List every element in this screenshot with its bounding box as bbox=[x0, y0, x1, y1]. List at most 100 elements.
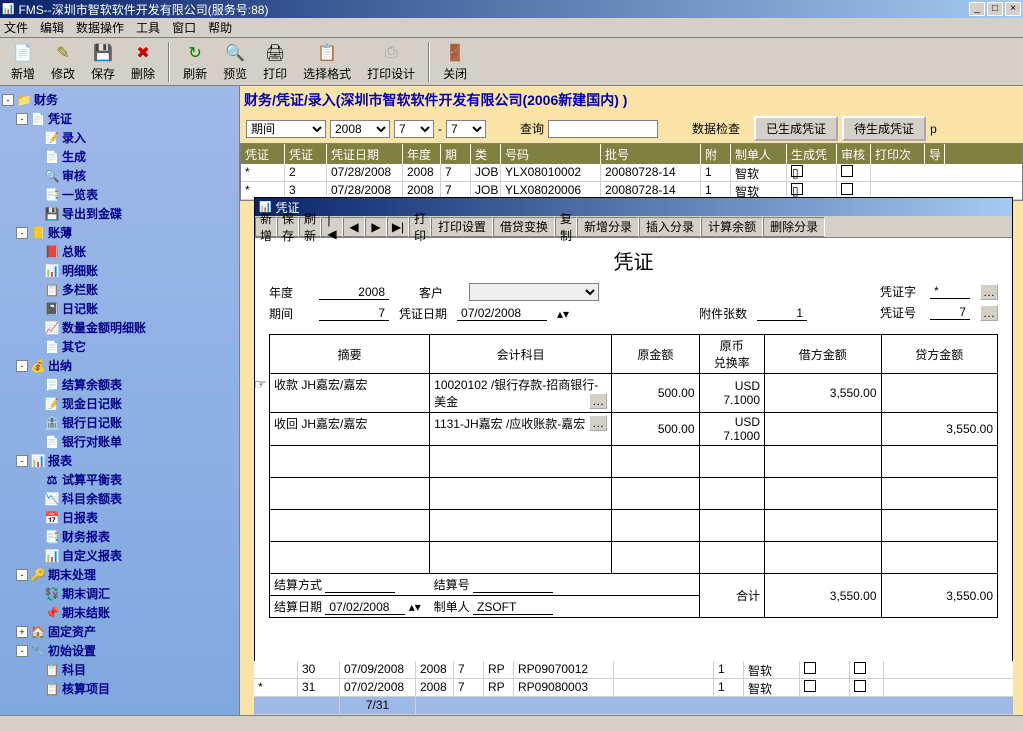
minimize-button[interactable]: _ bbox=[969, 2, 985, 16]
entry-row[interactable] bbox=[270, 510, 998, 542]
settle-date-input[interactable] bbox=[325, 600, 405, 615]
tree-数量金额明细账[interactable]: 📈数量金额明细账 bbox=[2, 318, 237, 337]
checkbox-icon[interactable] bbox=[841, 165, 853, 177]
menu-编辑[interactable]: 编辑 bbox=[40, 19, 64, 36]
date-stepper-icon[interactable]: ▴▾ bbox=[557, 307, 569, 321]
col-生成凭证[interactable]: 生成凭证 bbox=[787, 144, 837, 164]
col-打印次数[interactable]: 打印次数 bbox=[871, 144, 925, 164]
checkbox-icon[interactable]: ▯ bbox=[791, 165, 803, 177]
tree-其它[interactable]: 📄其它 bbox=[2, 337, 237, 356]
tree-科目[interactable]: 📋科目 bbox=[2, 660, 237, 679]
expand-icon[interactable]: - bbox=[2, 94, 14, 106]
tree-总账[interactable]: 📕总账 bbox=[2, 242, 237, 261]
tree-期末处理[interactable]: -🔑期末处理 bbox=[2, 565, 237, 584]
checkbox-icon[interactable]: ▯ bbox=[791, 183, 803, 195]
checkbox-icon[interactable] bbox=[804, 662, 816, 674]
table-row[interactable]: *3107/02/200820087RPRP090800031智软 bbox=[254, 679, 1013, 697]
period-type-select[interactable]: 期间 bbox=[246, 120, 326, 138]
col-附页[interactable]: 附页 bbox=[701, 144, 731, 164]
tree-日记账[interactable]: 📓日记账 bbox=[2, 299, 237, 318]
vbtn-借贷变换[interactable]: 借贷变换 bbox=[493, 217, 555, 237]
tree-报表[interactable]: -📊报表 bbox=[2, 451, 237, 470]
search-input[interactable] bbox=[548, 120, 658, 138]
vbtn-打印设置[interactable]: 打印设置 bbox=[431, 217, 493, 237]
tree-试算平衡表[interactable]: ⚖试算平衡表 bbox=[2, 470, 237, 489]
vbtn-刷新[interactable]: 刷新 bbox=[299, 217, 321, 237]
vbtn-复制[interactable]: 复制 bbox=[555, 217, 577, 237]
lookup-icon[interactable]: … bbox=[589, 415, 607, 431]
tree-日报表[interactable]: 📅日报表 bbox=[2, 508, 237, 527]
entry-row[interactable] bbox=[270, 446, 998, 478]
选择格式-button[interactable]: 📋选择格式 bbox=[296, 38, 358, 85]
tree-财务[interactable]: -📁财务 bbox=[2, 90, 237, 109]
col-年度[interactable]: 年度 bbox=[403, 144, 441, 164]
col-号码[interactable]: 号码 bbox=[501, 144, 601, 164]
maker-input[interactable] bbox=[473, 600, 553, 615]
tree-银行日记账[interactable]: 🏦银行日记账 bbox=[2, 413, 237, 432]
maximize-button[interactable]: □ bbox=[987, 2, 1003, 16]
tree-期末结账[interactable]: 📌期末结账 bbox=[2, 603, 237, 622]
tree-固定资产[interactable]: +🏠固定资产 bbox=[2, 622, 237, 641]
entry-row[interactable] bbox=[270, 542, 998, 574]
data-check-label[interactable]: 数据检查 bbox=[692, 120, 740, 137]
nav-tree[interactable]: -📁财务-📄凭证📝录入📄生成🔍审核📑一览表💾导出到金碟-📒账薄📕总账📊明细账📋多… bbox=[0, 86, 240, 731]
menu-文件[interactable]: 文件 bbox=[4, 19, 28, 36]
checkbox-icon[interactable] bbox=[841, 183, 853, 195]
expand-icon[interactable]: - bbox=[16, 455, 28, 467]
col-导[interactable]: 导 bbox=[925, 144, 945, 164]
col-类别[interactable]: 类别 bbox=[471, 144, 501, 164]
lookup-icon[interactable]: … bbox=[589, 393, 607, 409]
attach-input[interactable] bbox=[757, 306, 807, 321]
tree-银行对账单[interactable]: 📄银行对账单 bbox=[2, 432, 237, 451]
vbtn-保存[interactable]: 保存 bbox=[277, 217, 299, 237]
horizontal-scrollbar[interactable] bbox=[0, 715, 1023, 731]
customer-select[interactable] bbox=[469, 283, 599, 301]
expand-icon[interactable]: - bbox=[16, 569, 28, 581]
预览-button[interactable]: 🔍预览 bbox=[216, 38, 254, 85]
checkbox-icon[interactable] bbox=[854, 680, 866, 692]
tree-科目余额表[interactable]: 📉科目余额表 bbox=[2, 489, 237, 508]
voucher-list-grid[interactable]: 凭证字凭证号凭证日期年度期间类别号码批号附页制单人生成凭证审核打印次数导 *20… bbox=[240, 143, 1023, 201]
voucher-no-input[interactable] bbox=[930, 305, 970, 320]
expand-icon[interactable]: - bbox=[16, 360, 28, 372]
menu-工具[interactable]: 工具 bbox=[136, 19, 160, 36]
tree-生成[interactable]: 📄生成 bbox=[2, 147, 237, 166]
expand-icon[interactable]: - bbox=[16, 227, 28, 239]
vbtn-|◀[interactable]: |◀ bbox=[321, 217, 343, 237]
lookup-icon[interactable]: … bbox=[980, 305, 998, 321]
tree-账薄[interactable]: -📒账薄 bbox=[2, 223, 237, 242]
settle-no-input[interactable] bbox=[473, 578, 553, 593]
vbtn-打印[interactable]: 打印 bbox=[409, 217, 431, 237]
vbtn-计算余额[interactable]: 计算余额 bbox=[701, 217, 763, 237]
col-凭证号[interactable]: 凭证号 bbox=[285, 144, 327, 164]
tree-导出到金碟[interactable]: 💾导出到金碟 bbox=[2, 204, 237, 223]
col-批号[interactable]: 批号 bbox=[601, 144, 701, 164]
tree-多栏账[interactable]: 📋多栏账 bbox=[2, 280, 237, 299]
table-row[interactable]: *207/28/200820087JOBYLX0801000220080728-… bbox=[241, 164, 1022, 182]
tree-审核[interactable]: 🔍审核 bbox=[2, 166, 237, 185]
tree-凭证[interactable]: -📄凭证 bbox=[2, 109, 237, 128]
tree-财务报表[interactable]: 📑财务报表 bbox=[2, 527, 237, 546]
tree-现金日记账[interactable]: 📝现金日记账 bbox=[2, 394, 237, 413]
expand-icon[interactable]: + bbox=[16, 626, 28, 638]
period-from-select[interactable]: 7 bbox=[394, 120, 434, 138]
table-row[interactable]: 3007/09/200820087RPRP090700121智软 bbox=[254, 661, 1013, 679]
period-input[interactable] bbox=[319, 306, 389, 321]
刷新-button[interactable]: ↻刷新 bbox=[176, 38, 214, 85]
vbtn-◀[interactable]: ◀ bbox=[343, 217, 365, 237]
close-button[interactable]: × bbox=[1005, 2, 1021, 16]
expand-icon[interactable]: - bbox=[16, 113, 28, 125]
vbtn-▶[interactable]: ▶ bbox=[365, 217, 387, 237]
vbtn-▶|[interactable]: ▶| bbox=[387, 217, 409, 237]
tree-一览表[interactable]: 📑一览表 bbox=[2, 185, 237, 204]
tree-期末调汇[interactable]: 💱期末调汇 bbox=[2, 584, 237, 603]
vbtn-新增分录[interactable]: 新增分录 bbox=[577, 217, 639, 237]
voucher-date-input[interactable] bbox=[457, 306, 547, 321]
pending-voucher-button[interactable]: 待生成凭证 bbox=[842, 116, 926, 141]
menu-帮助[interactable]: 帮助 bbox=[208, 19, 232, 36]
menu-窗口[interactable]: 窗口 bbox=[172, 19, 196, 36]
tree-自定义报表[interactable]: 📊自定义报表 bbox=[2, 546, 237, 565]
删除-button[interactable]: ✖删除 bbox=[124, 38, 162, 85]
year-select[interactable]: 2008 bbox=[330, 120, 390, 138]
col-审核[interactable]: 审核 bbox=[837, 144, 871, 164]
